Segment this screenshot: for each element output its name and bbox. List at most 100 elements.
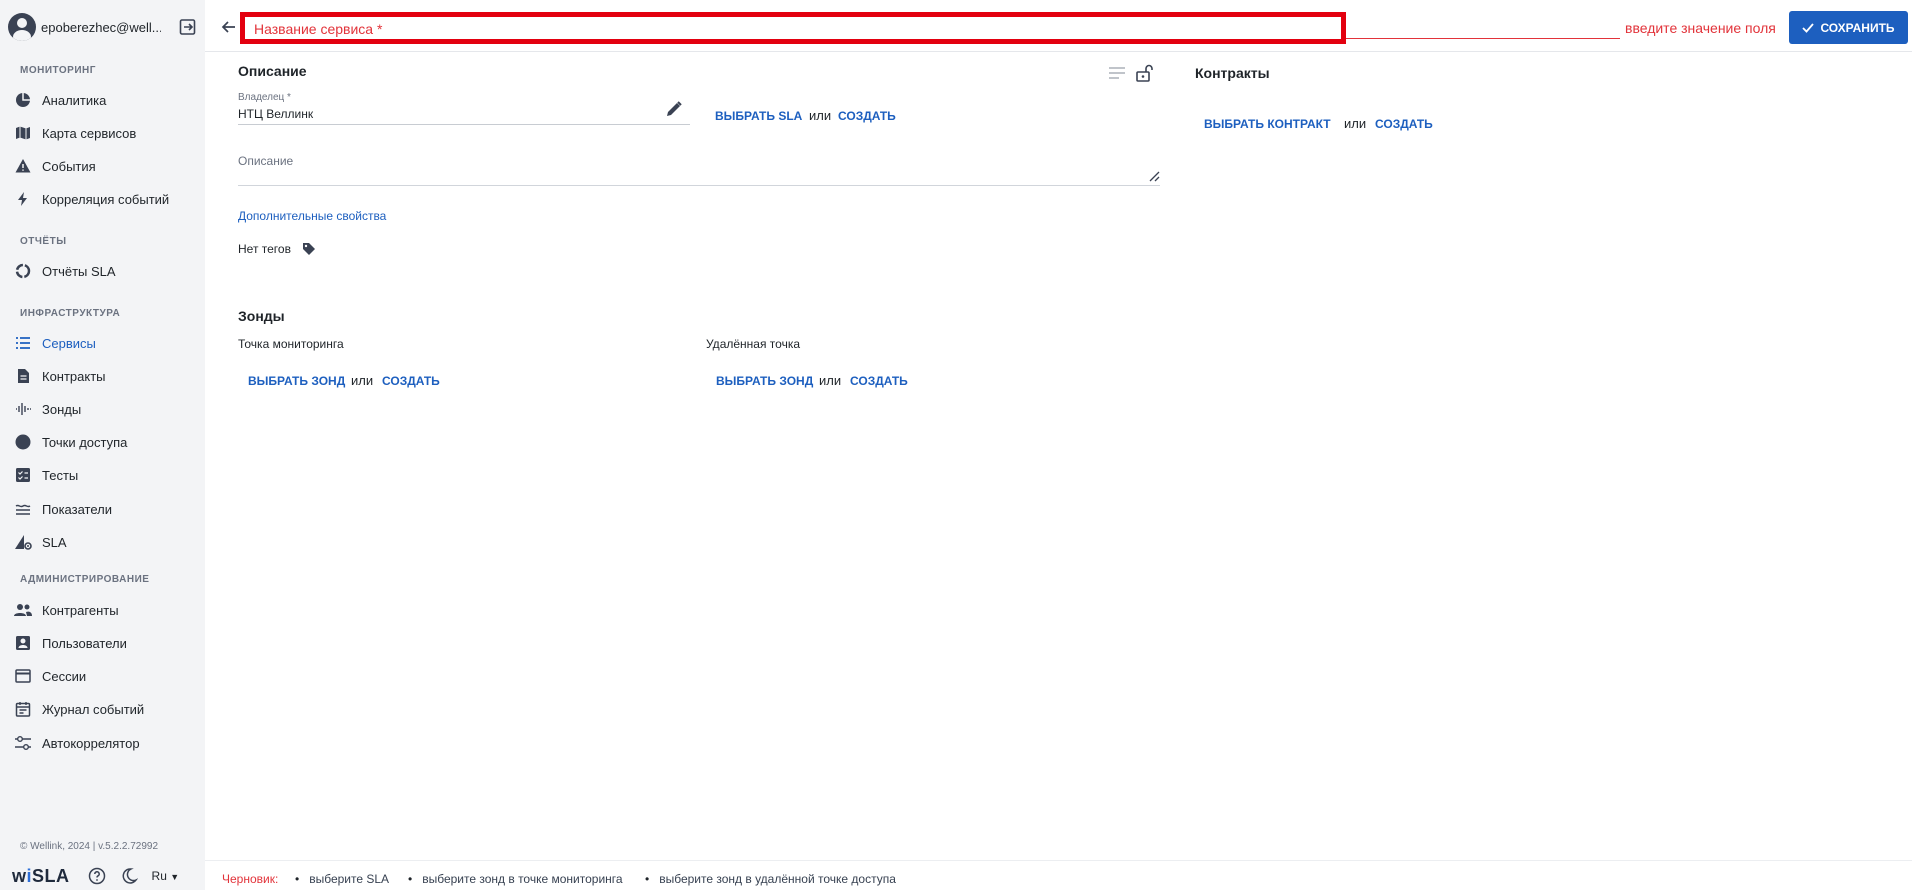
language-value: Ru [151,869,167,883]
text-lines-icon[interactable] [1108,66,1126,80]
sidebar-item-autocorrelator[interactable]: Автокоррелятор [14,732,199,754]
warning-icon [14,157,32,175]
description-field-underline [238,185,1160,186]
section-title-administration: АДМИНИСТРИРОВАНИЕ [20,574,150,585]
caret-down-icon: ▼ [170,872,180,882]
additional-properties-link[interactable]: Дополнительные свойства [238,209,386,223]
sidebar-item-tests[interactable]: Тесты [14,464,199,486]
remote-point-label: Удалённая точка [706,337,801,351]
sla-icon [14,533,32,551]
sidebar-item-analytics[interactable]: Аналитика [14,89,199,111]
select-monitoring-probe-button[interactable]: ВЫБРАТЬ ЗОНД [248,374,345,388]
checklist-icon [14,466,32,484]
list-icon [14,334,32,352]
sidebar-item-label: SLA [42,534,67,550]
access-point-icon [14,433,32,451]
tag-icon[interactable] [302,242,316,256]
sidebar-bottom-bar: wiSLA Ru ▼ [12,866,179,886]
or-text: или [809,108,832,123]
select-sla-button[interactable]: ВЫБРАТЬ SLA [715,109,802,123]
resize-handle-icon[interactable] [1148,170,1160,182]
sidebar-item-event-log[interactable]: Журнал событий [14,698,199,720]
section-title-infrastructure: ИНФРАСТРУКТУРА [20,308,121,319]
sidebar-item-sla[interactable]: SLA [14,531,199,553]
sidebar-item-event-correlation[interactable]: Корреляция событий [14,188,199,210]
sidebar-item-label: Контрагенты [42,602,119,618]
create-contract-button[interactable]: СОЗДАТЬ [1375,117,1433,131]
sidebar-item-label: Отчёты SLA [42,263,116,279]
service-name-placeholder: Название сервиса * [254,21,383,37]
sidebar-item-label: Тесты [42,467,79,483]
sessions-icon [14,667,32,685]
sidebar-item-label: События [42,158,96,174]
sidebar-item-label: Автокоррелятор [42,735,140,751]
save-button[interactable]: СОХРАНИТЬ [1789,11,1908,44]
logout-icon[interactable] [178,17,198,37]
sidebar-item-label: Журнал событий [42,701,145,717]
sidebar-item-label: Корреляция событий [42,191,170,207]
edit-pencil-icon[interactable] [664,99,684,119]
back-arrow-icon[interactable] [219,17,239,37]
map-icon [14,124,32,142]
monitoring-point-label: Точка мониторинга [238,337,344,351]
user-menu[interactable]: epoberezhec@well... [8,12,198,42]
owner-value: НТЦ Веллинк [238,107,314,121]
unlock-icon[interactable] [1134,63,1154,83]
create-monitoring-probe-button[interactable]: СОЗДАТЬ [382,374,440,388]
field-error-message: введите значение поля [1625,20,1776,36]
copyright: © Wellink, 2024 | v.5.2.2.72992 [20,841,159,852]
draft-item: выберите зонд в точке мониторинга [408,872,622,886]
sidebar-item-counterparties[interactable]: Контрагенты [14,599,199,621]
sidebar-item-sla-reports[interactable]: Отчёты SLA [14,260,199,282]
section-title-reports: ОТЧЁТЫ [20,236,67,247]
language-select[interactable]: Ru ▼ [152,869,180,883]
analytics-pie-icon [14,91,32,109]
owner-label: Владелец * [238,92,291,103]
owner-field-underline [238,124,690,125]
select-contract-button[interactable]: ВЫБРАТЬ КОНТРАКТ [1204,117,1331,131]
sidebar-item-events[interactable]: События [14,155,199,177]
select-remote-probe-button[interactable]: ВЫБРАТЬ ЗОНД [716,374,813,388]
sidebar-item-service-map[interactable]: Карта сервисов [14,122,199,144]
probe-icon [14,400,32,418]
sidebar-item-probes[interactable]: Зонды [14,398,199,420]
sidebar-item-label: Сессии [42,668,87,684]
sidebar-item-sessions[interactable]: Сессии [14,665,199,687]
sidebar: epoberezhec@well... МОНИТОРИНГ Аналитика… [0,0,205,890]
sidebar-item-services[interactable]: Сервисы [14,332,199,354]
or-text: или [351,373,374,388]
sidebar-item-label: Точки доступа [42,434,128,450]
sidebar-item-label: Зонды [42,401,82,417]
dark-mode-moon-icon[interactable] [120,867,138,885]
sidebar-item-label: Показатели [42,501,112,517]
sidebar-item-label: Аналитика [42,92,107,108]
description-field-label[interactable]: Описание [238,154,293,168]
footer-divider [205,860,1912,861]
sidebar-item-contracts[interactable]: Контракты [14,365,199,387]
sidebar-item-users[interactable]: Пользователи [14,632,199,654]
help-icon[interactable] [88,867,106,885]
draft-item: выберите SLA [295,872,389,886]
or-text: или [1344,116,1367,131]
service-name-input[interactable]: Название сервиса * [240,12,1346,44]
description-heading: Описание [238,63,307,79]
people-icon [14,601,32,619]
avatar [8,13,36,41]
user-name: epoberezhec@well... [41,19,161,35]
sidebar-item-metrics[interactable]: Показатели [14,498,199,520]
metrics-icon [14,500,32,518]
create-remote-probe-button[interactable]: СОЗДАТЬ [850,374,908,388]
sidebar-item-label: Карта сервисов [42,125,137,141]
no-tags-text: Нет тегов [238,242,291,256]
create-sla-button[interactable]: СОЗДАТЬ [838,109,896,123]
zones-heading: Зонды [238,308,285,324]
draft-item: выберите зонд в удалённой точке доступа [645,872,896,886]
check-icon [1802,22,1815,33]
service-name-underline [1346,38,1620,39]
save-button-label: СОХРАНИТЬ [1820,20,1895,35]
bolt-icon [14,190,32,208]
sidebar-item-access-points[interactable]: Точки доступа [14,431,199,453]
sidebar-item-label: Пользователи [42,635,127,651]
brand-logo: wiSLA [12,865,70,886]
contracts-heading: Контракты [1195,65,1270,81]
